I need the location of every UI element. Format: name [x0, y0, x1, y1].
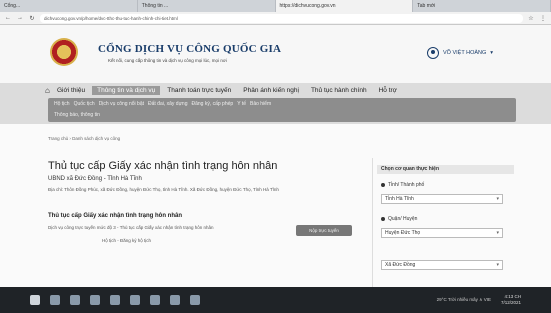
nav-item-thong-tin-dich-vu[interactable]: Thông tin và dịch vụ [92, 86, 161, 95]
subnav-item[interactable]: Y tế [237, 101, 246, 107]
commune-select-value: Xã Đức Đồng [385, 262, 416, 268]
main-content: Trang chủ › Danh sách dịch vụ công Thủ t… [0, 124, 551, 287]
chevron-down-icon: ▾ [496, 230, 499, 236]
chrome-icon[interactable] [170, 295, 180, 305]
agency-address: Địa chỉ: Thôn Đồng Phúc, xã Đức Đồng, hu… [48, 187, 279, 192]
radio-district[interactable]: Quận/ Huyện [381, 216, 417, 222]
browser-tab[interactable]: Cổng... [0, 0, 138, 12]
agency-name: UBND xã Đức Đồng - Tỉnh Hà Tĩnh [48, 176, 142, 182]
procedure-category: Hộ tịch - Đăng ký hộ tịch [102, 238, 152, 243]
subnav-item[interactable]: Đất đai, xây dựng [148, 101, 187, 107]
store-icon[interactable] [130, 295, 140, 305]
national-emblem-logo[interactable] [50, 38, 78, 66]
chevron-down-icon: ▾ [490, 50, 494, 56]
url-input[interactable]: dichvucong.gov.vn/p/home/dvc-tthc-thu-tu… [40, 13, 523, 23]
main-nav: ⌂ Giới thiệu Thông tin và dịch vụ Thanh … [40, 85, 510, 96]
radio-province-label: Tỉnh/ Thành phố [388, 182, 425, 188]
back-icon[interactable]: ← [4, 15, 12, 21]
browser-tab-active[interactable]: https://dichvucong.gov.vn [275, 0, 414, 12]
radio-district-label: Quận/ Huyện [388, 216, 418, 222]
system-tray[interactable]: 29°C Trời nhiều mây ∧ VIE [437, 297, 491, 303]
agency-selector-header: Chọn cơ quan thực hiện [377, 165, 514, 174]
clock[interactable]: 4:13 CH 7/12/2021 [501, 294, 521, 306]
portal-subtitle: Kết nối, cung cấp thông tin và dịch vụ c… [108, 58, 227, 63]
province-select-value: Tỉnh Hà Tĩnh [385, 196, 414, 202]
subnav-item[interactable]: Bảo hiểm [250, 101, 271, 107]
district-select[interactable]: Huyện Đức Thọ ▾ [381, 228, 503, 238]
mail-icon[interactable] [150, 295, 160, 305]
province-select[interactable]: Tỉnh Hà Tĩnh ▾ [381, 194, 503, 204]
chevron-down-icon: ▾ [496, 196, 499, 202]
portal-title[interactable]: CỔNG DỊCH VỤ CÔNG QUỐC GIA [98, 43, 281, 55]
clock-date: 7/12/2021 [500, 300, 521, 305]
nav-item-thu-tuc[interactable]: Thủ tục hành chính [306, 86, 372, 95]
sub-nav: Hộ tịch Quốc tịch Dịch vụ công nổi bật Đ… [48, 98, 516, 122]
procedure-description: Dịch vụ công trực tuyến mức độ 3 - Thủ t… [48, 225, 214, 230]
user-menu[interactable]: VÕ VIỆT HOÀNG ▾ [427, 47, 493, 59]
page-title: Thủ tục cấp Giấy xác nhận tình trạng hôn… [48, 160, 278, 172]
subnav-item[interactable]: Hộ tịch [54, 101, 70, 107]
menu-icon[interactable]: ⋮ [539, 15, 547, 22]
radio-province[interactable]: Tỉnh/ Thành phố [381, 182, 424, 188]
subnav-item[interactable]: Quốc tịch [74, 101, 95, 107]
home-icon[interactable]: ⌂ [40, 85, 50, 96]
address-bar: ← → ↻ dichvucong.gov.vn/p/home/dvc-tthc-… [0, 12, 551, 25]
browser-tab-bar: Cổng... Thông tin ... https://dichvucong… [0, 0, 551, 12]
agency-selector-panel: Chọn cơ quan thực hiện Tỉnh/ Thành phố T… [372, 158, 517, 287]
edge-icon[interactable] [90, 295, 100, 305]
search-icon[interactable] [50, 295, 60, 305]
subnav-item[interactable]: Dịch vụ công nổi bật [99, 101, 144, 107]
submit-online-button[interactable]: Nộp trực tuyến [296, 225, 352, 236]
radio-dot-icon [381, 217, 385, 221]
commune-select[interactable]: Xã Đức Đồng ▾ [381, 260, 503, 270]
section-title: Thủ tục cấp Giấy xác nhận tình trạng hôn… [48, 213, 183, 219]
reload-icon[interactable]: ↻ [28, 15, 36, 22]
nav-item-phan-anh[interactable]: Phản ánh kiến nghị [238, 86, 304, 95]
chevron-down-icon: ▾ [496, 262, 499, 268]
subnav-item[interactable]: Đăng ký, cấp phép [191, 101, 233, 107]
user-name: VÕ VIỆT HOÀNG [443, 50, 487, 56]
file-explorer-icon[interactable] [110, 295, 120, 305]
breadcrumb[interactable]: Trang chủ › Danh sách dịch vụ công [48, 136, 120, 141]
nav-item-thanh-toan[interactable]: Thanh toán trực tuyến [162, 86, 236, 95]
task-view-icon[interactable] [70, 295, 80, 305]
taskbar: 29°C Trời nhiều mây ∧ VIE 4:13 CH 7/12/2… [0, 287, 551, 313]
subnav-item[interactable]: Thông báo, thông tin [54, 112, 100, 118]
word-icon[interactable] [190, 295, 200, 305]
nav-item-gioi-thieu[interactable]: Giới thiệu [52, 86, 90, 95]
nav-item-ho-tro[interactable]: Hỗ trợ [374, 86, 402, 95]
windows-start-icon[interactable] [30, 295, 40, 305]
browser-tab[interactable]: Thông tin ... [138, 0, 276, 12]
district-select-value: Huyện Đức Thọ [385, 230, 421, 236]
radio-dot-icon [381, 183, 385, 187]
star-icon[interactable]: ☆ [527, 15, 535, 22]
user-icon [427, 47, 439, 59]
browser-tab[interactable]: Tab mới [413, 0, 551, 12]
site-header: CỔNG DỊCH VỤ CÔNG QUỐC GIA Kết nối, cung… [0, 25, 551, 83]
forward-icon[interactable]: → [16, 15, 24, 21]
